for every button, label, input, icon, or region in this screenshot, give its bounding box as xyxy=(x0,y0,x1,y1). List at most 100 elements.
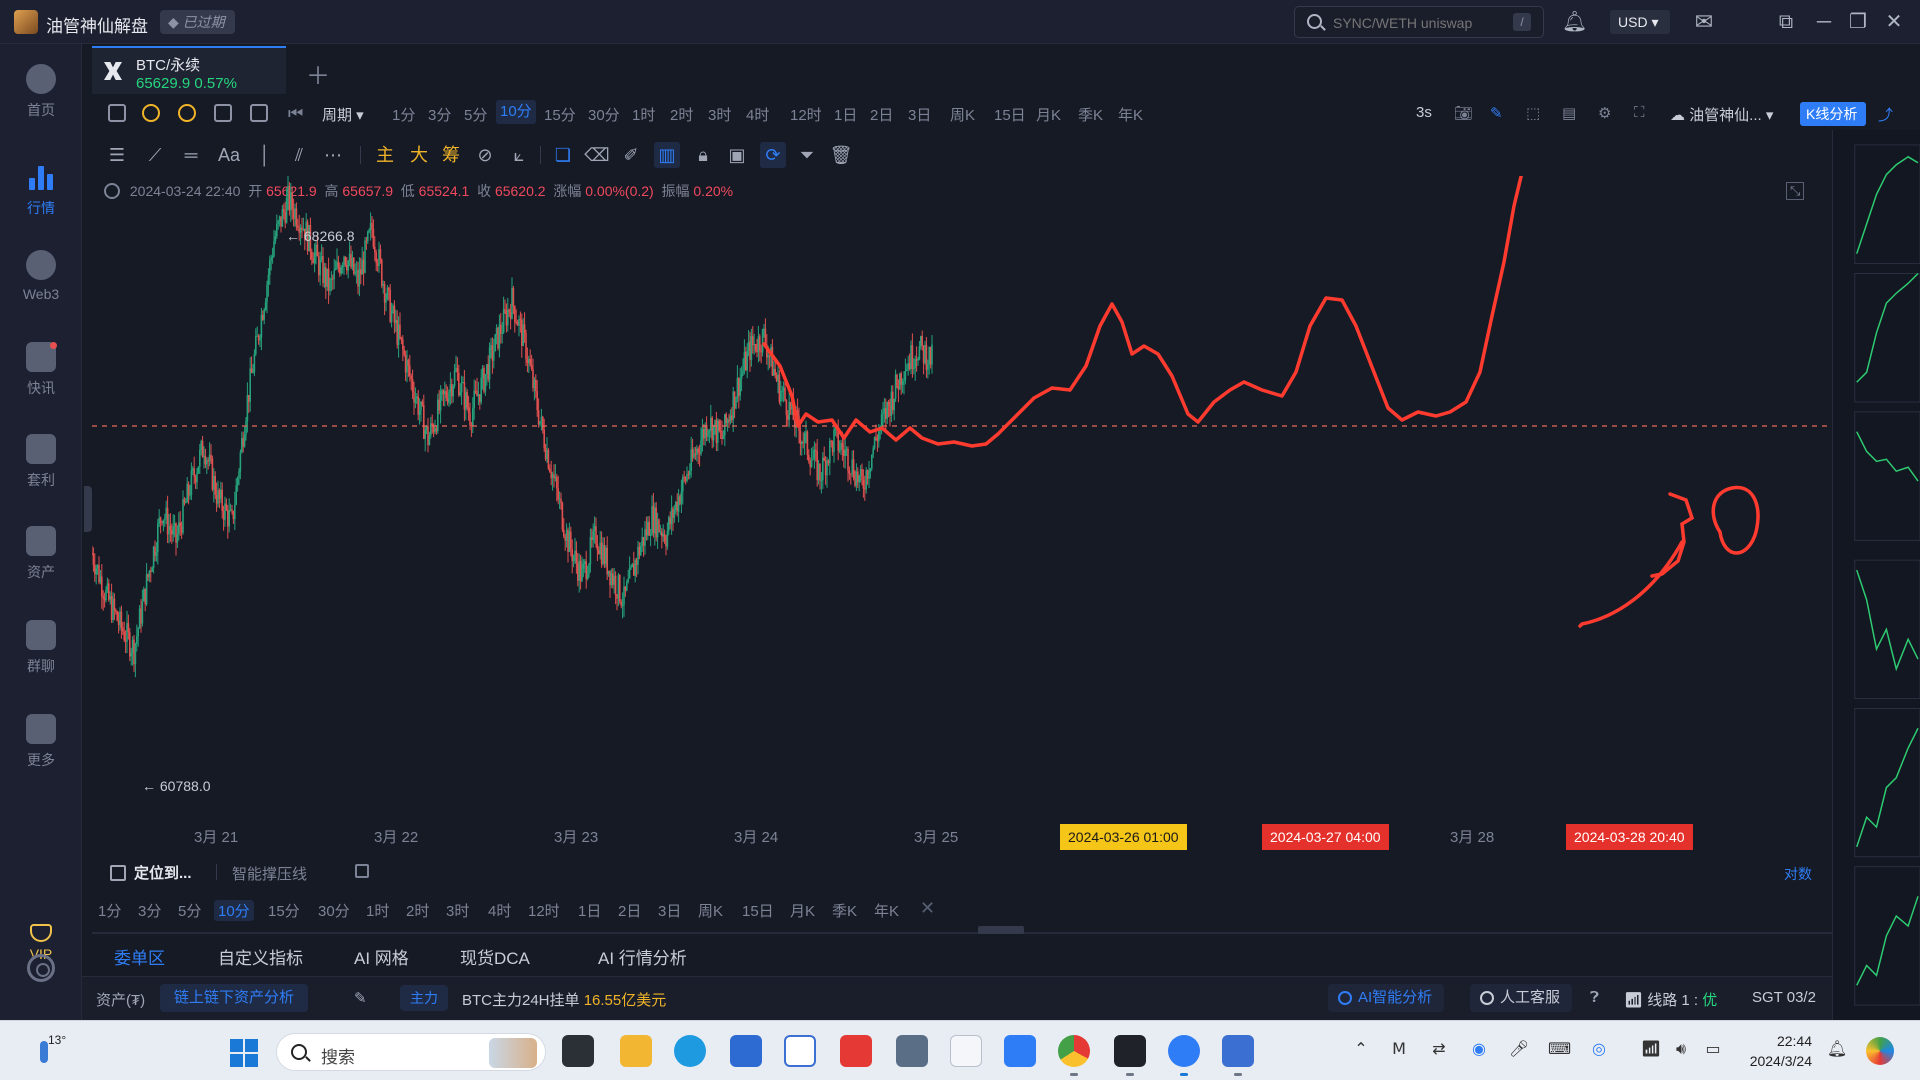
notepad-icon[interactable] xyxy=(950,1035,982,1067)
customer-service-button[interactable]: 人工客服 xyxy=(1470,984,1573,1012)
tray-overflow-icon[interactable]: ⌃ xyxy=(1350,1039,1372,1061)
period-dropdown[interactable]: 周期 ▾ xyxy=(322,104,364,125)
timeframe-option[interactable]: 月K xyxy=(1036,104,1061,125)
taskbar-search[interactable]: 搜索 xyxy=(276,1033,546,1071)
camera-icon[interactable]: 📷︎ xyxy=(1454,104,1473,122)
chart-settings-icon[interactable]: ⚙ xyxy=(1598,104,1611,122)
ruler-icon[interactable]: ═ xyxy=(178,142,204,168)
global-search[interactable]: / xyxy=(1294,6,1544,38)
lightning-icon[interactable] xyxy=(178,104,196,122)
mail-icon[interactable]: ✉ xyxy=(1692,10,1716,34)
nav-web3[interactable]: Web3 xyxy=(0,244,82,314)
close-window-icon[interactable]: ✕ xyxy=(1882,10,1906,34)
bottom-timeframe-option[interactable]: 3分 xyxy=(138,900,161,921)
currency-select[interactable]: USD ▾ xyxy=(1610,10,1670,34)
bell-icon[interactable]: 🔔︎ xyxy=(1562,10,1587,34)
magnet-icon[interactable]: ⟳ xyxy=(760,142,786,168)
big-order-toggle[interactable]: 大 xyxy=(406,142,432,168)
k-analysis-button[interactable]: K线分析 xyxy=(1800,102,1866,126)
timeframe-option[interactable]: 4时 xyxy=(746,104,769,125)
bottom-timeframe-option[interactable]: 1时 xyxy=(366,900,389,921)
nav-assets[interactable]: 资产 xyxy=(0,520,82,590)
refresh-interval[interactable]: 3s xyxy=(1416,104,1432,121)
huawei-app-icon[interactable] xyxy=(840,1035,872,1067)
nav-arbitrage[interactable]: 套利 xyxy=(0,428,82,498)
locate-button[interactable]: 定位到... xyxy=(110,862,192,883)
pattern-icon[interactable]: ⫽ xyxy=(286,142,312,168)
filter-icon[interactable]: ⏷ xyxy=(794,142,820,168)
account-dropdown[interactable]: ☁ 油管神仙... ▾ xyxy=(1670,104,1773,125)
windows-start-icon[interactable] xyxy=(230,1039,258,1067)
chart-type-icon[interactable] xyxy=(108,104,126,122)
calculator-icon[interactable] xyxy=(896,1035,928,1067)
bottom-timeframe-option[interactable]: 5分 xyxy=(178,900,201,921)
timeframe-option[interactable]: 3分 xyxy=(428,104,451,125)
timeframe-option[interactable]: 2日 xyxy=(870,104,893,125)
onchain-analysis-button[interactable]: 链上链下资产分析 xyxy=(160,984,309,1012)
monitor-app-icon[interactable] xyxy=(1222,1035,1254,1067)
bottom-timeframe-option[interactable]: 4时 xyxy=(488,900,511,921)
bottom-timeframe-option[interactable]: 15日 xyxy=(742,900,774,921)
ai-analysis-button[interactable]: AI智能分析 xyxy=(1328,984,1445,1012)
bottom-timeframe-option[interactable]: 年K xyxy=(874,900,899,921)
clock[interactable]: 22:44 2024/3/24 xyxy=(1742,1031,1812,1071)
timeframe-option[interactable]: 3日 xyxy=(908,104,931,125)
vertical-line-icon[interactable]: │ xyxy=(252,142,278,168)
eraser-icon[interactable]: ⌫ xyxy=(584,142,610,168)
copilot-icon[interactable] xyxy=(1866,1037,1894,1065)
tab-ai-grid[interactable]: AI 网格 xyxy=(354,944,409,969)
timeframe-option[interactable]: 10分 xyxy=(496,100,536,124)
tray-transfer-icon[interactable]: ⇄ xyxy=(1428,1039,1450,1061)
timeframe-option[interactable]: 3时 xyxy=(708,104,731,125)
volume-icon[interactable]: 🔊︎ xyxy=(1670,1039,1692,1061)
tray-app-icon[interactable]: Ⅿ xyxy=(1388,1039,1410,1061)
chrome-icon[interactable] xyxy=(1058,1035,1090,1067)
screen-recorder-icon[interactable] xyxy=(1114,1035,1146,1067)
popout-window-icon[interactable]: ⧉ xyxy=(1774,10,1798,34)
nav-home[interactable]: 首页 xyxy=(0,58,82,128)
bottom-timeframe-option[interactable]: 季K xyxy=(832,900,857,921)
settings-icon[interactable] xyxy=(27,954,55,982)
brush-icon[interactable]: ✐ xyxy=(618,142,644,168)
symbol-tab[interactable]: BTC/永续 65629.9 0.57% xyxy=(92,46,286,94)
close-timeframe-row-icon[interactable]: ✕ xyxy=(920,898,935,919)
chips-toggle[interactable]: 筹 xyxy=(438,142,464,168)
price-chart[interactable] xyxy=(92,176,1832,846)
trading-app-icon[interactable] xyxy=(1168,1035,1200,1067)
copy-icon[interactable]: ❏ xyxy=(550,142,576,168)
timeframe-option[interactable]: 30分 xyxy=(588,104,620,125)
minimize-icon[interactable]: ─ xyxy=(1812,10,1836,34)
timeframe-option[interactable]: 1分 xyxy=(392,104,415,125)
pencil-icon[interactable]: ✎ xyxy=(354,989,367,1007)
bottom-timeframe-option[interactable]: 1分 xyxy=(98,900,121,921)
timeframe-option[interactable]: 12时 xyxy=(790,104,822,125)
text-tool[interactable]: Aa xyxy=(216,142,242,168)
battery-icon[interactable]: ▭ xyxy=(1702,1039,1724,1061)
bottom-timeframe-option[interactable]: 12时 xyxy=(528,900,560,921)
timeframe-option[interactable]: 15日 xyxy=(994,104,1026,125)
tab-custom-indicators[interactable]: 自定义指标 xyxy=(218,944,303,969)
tab-spot-dca[interactable]: 现货DCA xyxy=(460,944,530,969)
nav-more[interactable]: 更多 xyxy=(0,708,82,778)
notification-bell-icon[interactable]: 🔔︎ xyxy=(1826,1039,1848,1061)
timeframe-option[interactable]: 1时 xyxy=(632,104,655,125)
store-icon[interactable] xyxy=(730,1035,762,1067)
splitter-knob[interactable] xyxy=(978,926,1024,934)
smart-support-line-toggle[interactable]: 智能撑压线 xyxy=(232,863,307,884)
timeframe-option[interactable]: 周K xyxy=(950,104,975,125)
nav-market[interactable]: 行情 xyxy=(0,154,82,224)
tab-ai-analysis[interactable]: AI 行情分析 xyxy=(598,944,687,969)
timeframe-option[interactable]: 2时 xyxy=(670,104,693,125)
notes-icon[interactable]: ▣ xyxy=(724,142,750,168)
layout-icon[interactable] xyxy=(250,104,268,122)
tray-trading-icon[interactable]: ◉ xyxy=(1468,1039,1490,1061)
timeframe-option[interactable]: 1日 xyxy=(834,104,857,125)
tray-vpn-icon[interactable]: ◎ xyxy=(1588,1039,1610,1061)
fullscreen-icon[interactable]: ⛶ xyxy=(1634,104,1645,121)
task-view-icon[interactable] xyxy=(562,1035,594,1067)
nav-news[interactable]: 快讯 xyxy=(0,336,82,406)
search-input[interactable] xyxy=(1333,13,1503,33)
speed-icon[interactable] xyxy=(142,104,160,122)
bottom-timeframe-option[interactable]: 1日 xyxy=(578,900,601,921)
mail-app-icon[interactable] xyxy=(784,1035,816,1067)
